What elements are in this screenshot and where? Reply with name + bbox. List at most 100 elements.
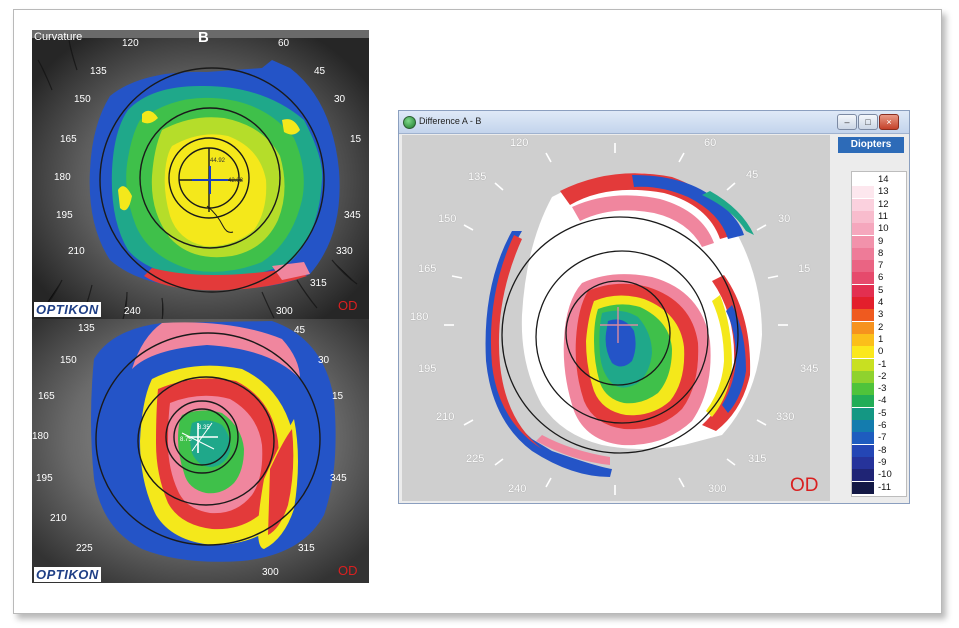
legend-label: -11 — [878, 481, 892, 493]
legend-row: -10 — [852, 469, 906, 482]
angle-label: 15 — [798, 263, 811, 275]
legend-row: 0 — [852, 346, 906, 359]
angle-label: 240 — [508, 483, 527, 495]
angle-label: 150 — [74, 94, 91, 105]
legend-swatch — [852, 444, 874, 457]
legend-row: 6 — [852, 272, 906, 285]
legend-swatch — [852, 420, 874, 432]
legend-swatch — [852, 346, 874, 359]
center-value-2: 42.88 — [228, 178, 244, 184]
legend-row: -9 — [852, 456, 906, 469]
legend-row: 11 — [852, 210, 906, 223]
legend-swatch — [852, 297, 874, 309]
legend-swatch — [852, 358, 874, 371]
angle-label: 165 — [38, 391, 55, 402]
legend-label: 0 — [878, 346, 884, 358]
legend-label: 13 — [878, 186, 889, 198]
angle-label: 345 — [344, 210, 361, 221]
angle-label: 180 — [410, 311, 429, 323]
angle-label: 60 — [278, 38, 290, 49]
legend-row: 13 — [852, 186, 906, 199]
legend-row: -5 — [852, 407, 906, 420]
legend-row: -11 — [852, 481, 906, 494]
eye-label: OD — [338, 563, 358, 578]
legend-label: 9 — [878, 235, 884, 247]
legend-label: 12 — [878, 198, 889, 210]
legend-row: 5 — [852, 284, 906, 297]
angle-label: 330 — [336, 246, 353, 257]
legend-row: -3 — [852, 383, 906, 396]
second-map-panel: 8.35 8.75 OPTIKON OD 135 150 165 180 195… — [32, 319, 369, 583]
angle-label: 30 — [778, 213, 791, 225]
legend-label: 11 — [878, 210, 888, 222]
center-value-1: 8.35 — [198, 425, 210, 431]
difference-map-area: 120 60 135 45 150 30 165 15 180 195 345 … — [402, 135, 830, 501]
legend-swatch — [852, 186, 874, 199]
legend-label: -6 — [878, 420, 887, 431]
legend-label: 2 — [878, 321, 884, 333]
legend-swatch — [852, 198, 874, 211]
legend-row: 10 — [852, 223, 906, 236]
legend-swatch — [852, 247, 874, 260]
legend-row: -7 — [852, 432, 906, 445]
legend-scale: 14 13 12 11 10 9 8 7 6 5 4 3 2 1 0 -1 -2 -3 -4 -5 -6 -7 -8 -9 -1… — [851, 171, 907, 497]
legend-row: -6 — [852, 420, 906, 432]
legend-label: 5 — [878, 284, 884, 296]
legend-label: 4 — [878, 297, 884, 308]
legend-label: 1 — [878, 333, 884, 345]
angle-label: 315 — [310, 278, 327, 289]
legend-swatch — [852, 395, 874, 408]
center-value-2: 8.75 — [180, 437, 192, 443]
angle-label: 135 — [90, 66, 107, 77]
angle-label: 45 — [746, 169, 759, 181]
angle-label: 165 — [418, 263, 437, 275]
legend-swatch — [852, 223, 874, 236]
angle-label: 120 — [122, 38, 139, 49]
window-title: Difference A - B — [419, 116, 482, 126]
legend-row: 1 — [852, 333, 906, 346]
window-titlebar[interactable]: Difference A - B – □ × — [399, 111, 909, 134]
angle-label: 195 — [418, 363, 437, 375]
legend-label: -5 — [878, 407, 887, 419]
angle-label: 300 — [708, 483, 727, 495]
angle-label: 315 — [298, 543, 315, 554]
angle-label: 315 — [748, 453, 767, 465]
close-button[interactable]: × — [879, 114, 899, 130]
legend-label: -4 — [878, 395, 887, 407]
legend-row: -8 — [852, 444, 906, 457]
legend-swatch — [852, 469, 874, 482]
legend-swatch — [852, 260, 874, 273]
legend-label: -1 — [878, 358, 887, 370]
legend-swatch — [852, 481, 874, 494]
legend-label: 8 — [878, 247, 884, 259]
legend-swatch — [852, 407, 874, 420]
difference-window: Difference A - B – □ × 120 60 135 45 150… — [398, 110, 910, 504]
difference-map — [444, 143, 788, 495]
legend-label: -2 — [878, 370, 887, 382]
angle-label: 345 — [800, 363, 819, 375]
angle-label: 120 — [510, 137, 529, 149]
angle-label: 135 — [78, 323, 95, 334]
angle-label: 300 — [262, 567, 279, 578]
eye-label: OD — [338, 298, 358, 313]
legend-label: -7 — [878, 432, 887, 444]
maximize-button[interactable]: □ — [858, 114, 878, 130]
angle-label: 345 — [330, 473, 347, 484]
legend-label: 10 — [878, 223, 889, 235]
legend-row: 12 — [852, 198, 906, 211]
legend-row: 3 — [852, 309, 906, 322]
angle-label: 15 — [350, 134, 362, 145]
app-icon — [403, 116, 416, 129]
legend-row: 4 — [852, 297, 906, 309]
panel-title: Curvature — [34, 31, 83, 43]
eye-label: OD — [790, 475, 819, 496]
angle-label: 180 — [54, 172, 71, 183]
legend-label: -3 — [878, 383, 887, 395]
legend-row: 7 — [852, 260, 906, 273]
angle-label: 300 — [276, 306, 293, 317]
legend-swatch — [852, 370, 874, 383]
minimize-button[interactable]: – — [837, 114, 857, 130]
legend-swatch — [852, 272, 874, 285]
legend-row: 8 — [852, 247, 906, 260]
angle-label: 210 — [50, 513, 67, 524]
